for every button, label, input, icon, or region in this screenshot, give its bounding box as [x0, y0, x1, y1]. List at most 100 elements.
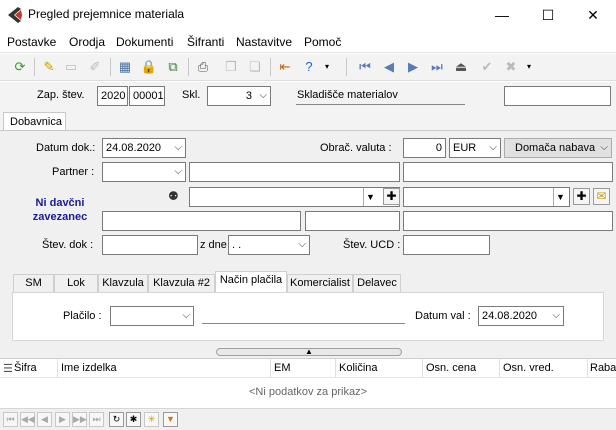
tab-delavec[interactable]: Delavec	[353, 274, 401, 292]
document-header: Zap. štev. 2020 00001 Skl. 3 ⌵ Skladišče …	[0, 82, 616, 110]
z-dne-label: z dne	[200, 239, 227, 251]
empty-message: <Ni podatkov za prikaz>	[248, 386, 367, 398]
warehouse-select[interactable]: 3 ⌵	[207, 86, 271, 106]
menu-dokumenti[interactable]: Dokumenti	[116, 35, 173, 49]
chevron-down-icon[interactable]: ▾	[318, 58, 336, 76]
partner-select[interactable]: ⌵	[102, 162, 186, 182]
partner-extra-field[interactable]	[403, 162, 613, 182]
exit-icon[interactable]: ⇤	[276, 58, 294, 76]
col-em[interactable]: EM	[274, 362, 291, 374]
menu-sifranti[interactable]: Šifranti	[187, 35, 224, 49]
toolbar: ⟳ ✎ ▭ ✐ ▦ 🔒 ⧉ ⎙ ❐ ❏ ⇤ ? ▾ ⏮ ◀ ▶ ⏭ ⏏ ✔ ✖ …	[0, 54, 616, 81]
add-contact-button[interactable]: ✚	[573, 188, 590, 205]
chevron-down-icon: ⌵	[174, 142, 182, 153]
menu-bar: Postavke Orodja Dokumenti Šifranti Nasta…	[0, 31, 616, 53]
col-sifra[interactable]: Šifra	[14, 362, 37, 374]
first-icon[interactable]: ⏮	[3, 412, 18, 427]
next-icon[interactable]: ▶	[404, 58, 422, 76]
stev-dok-field[interactable]	[102, 235, 198, 255]
col-ime-izdelka[interactable]: Ime izdelka	[61, 362, 117, 374]
paste-icon[interactable]: ❏	[246, 58, 264, 76]
refresh-icon[interactable]: ↻	[109, 412, 124, 427]
chevron-down-icon: ⌵	[174, 166, 182, 177]
clear-icon[interactable]: ✳	[144, 412, 159, 427]
chevron-down-icon: ⌵	[259, 90, 267, 101]
next-page-icon[interactable]: ▶▶	[72, 412, 87, 427]
confirm-icon[interactable]: ✔	[478, 58, 496, 76]
last-icon[interactable]: ⏭	[89, 412, 104, 427]
address-line-field[interactable]	[102, 211, 301, 231]
zap-label: Zap. štev.	[37, 89, 85, 101]
help-icon[interactable]: ?	[300, 58, 318, 76]
tab-nacin-placila[interactable]: Način plačila	[215, 271, 287, 292]
lock-icon[interactable]: 🔒	[140, 58, 158, 76]
col-osn-cena[interactable]: Osn. cena	[426, 362, 476, 374]
year-field[interactable]: 2020	[97, 86, 128, 106]
city-field[interactable]	[403, 211, 613, 231]
mail-icon[interactable]: ✉	[593, 188, 610, 205]
datum-val-picker[interactable]: 24.08.2020 ⌵	[478, 306, 564, 326]
person-icon[interactable]: ⚉	[168, 189, 179, 203]
print-icon[interactable]: ⎙	[194, 58, 212, 76]
refresh-icon[interactable]: ⟳	[11, 58, 29, 76]
menu-postavke[interactable]: Postavke	[7, 35, 56, 49]
tab-dobavnica[interactable]: Dobavnica	[3, 112, 66, 131]
extra-field[interactable]	[504, 86, 611, 106]
first-icon[interactable]: ⏮	[356, 58, 374, 76]
col-osn-vred[interactable]: Osn. vred.	[503, 362, 554, 374]
skl-label: Skl.	[182, 89, 201, 101]
tab-klavzula-2[interactable]: Klavzula #2	[148, 274, 215, 292]
tab-klavzula[interactable]: Klavzula	[98, 274, 148, 292]
address-select[interactable]: ▼	[189, 187, 400, 207]
chevron-down-icon: ⌵	[298, 239, 306, 250]
currency-select[interactable]: EUR ⌵	[449, 138, 501, 158]
edit-icon[interactable]: ✐	[86, 58, 104, 76]
prev-page-icon[interactable]: ◀◀	[20, 412, 35, 427]
datum-picker[interactable]: 24.08.2020 ⌵	[102, 138, 186, 158]
grid-menu-icon[interactable]: ☰	[3, 362, 13, 375]
postal-field[interactable]	[305, 211, 400, 231]
menu-nastavitve[interactable]: Nastavitve	[236, 35, 292, 49]
chevron-down-icon-2[interactable]: ▾	[520, 58, 538, 76]
close-button[interactable]: ✕	[570, 0, 616, 30]
menu-orodja[interactable]: Orodja	[69, 35, 105, 49]
tab-komercialist[interactable]: Komercialist	[287, 274, 353, 292]
calculator-icon[interactable]: ▦	[116, 58, 134, 76]
copy-doc-icon[interactable]: ❐	[222, 58, 240, 76]
add-address-button[interactable]: ✚	[383, 188, 400, 205]
datum-label: Datum dok.:	[36, 142, 96, 154]
collapse-icon[interactable]: ▲	[216, 348, 402, 356]
col-kolicina[interactable]: Količina	[339, 362, 378, 374]
nabava-select[interactable]: Domača nabava ⌵	[504, 138, 612, 158]
stev-ucd-field[interactable]	[403, 235, 490, 255]
last-icon[interactable]: ⏭	[428, 58, 446, 76]
menu-pomoc[interactable]: Pomoč	[304, 35, 341, 49]
grid-body: <Ni podatkov za prikaz>	[0, 378, 616, 408]
next-icon[interactable]: ▶	[55, 412, 70, 427]
window-title: Pregled prejemnice materiala	[28, 7, 185, 21]
copy-icon[interactable]: ⧉	[164, 58, 182, 76]
partner-name-field[interactable]	[189, 162, 400, 182]
valuta-amount-field[interactable]: 0	[403, 138, 446, 158]
cancel-icon[interactable]: ✖	[502, 58, 520, 76]
minimize-button[interactable]: —	[479, 0, 525, 30]
title-bar: Pregled prejemnice materiala — ☐ ✕	[0, 0, 616, 30]
new-icon[interactable]: ✎	[40, 58, 58, 76]
prev-icon[interactable]: ◀	[37, 412, 52, 427]
tab-lok[interactable]: Lok	[54, 274, 98, 292]
chevron-down-icon: ⌵	[600, 142, 608, 153]
stev-dok-label: Štev. dok :	[42, 239, 94, 251]
prev-icon[interactable]: ◀	[380, 58, 398, 76]
asterisk-icon[interactable]: ✱	[126, 412, 141, 427]
maximize-button[interactable]: ☐	[525, 0, 571, 30]
contact-select[interactable]: ▼	[403, 187, 570, 207]
col-raba[interactable]: Raba	[590, 362, 616, 374]
open-folder-icon[interactable]: ▭	[62, 58, 80, 76]
obrac-label: Obrač. valuta :	[320, 142, 392, 154]
tab-sm[interactable]: SM	[13, 274, 54, 292]
eject-icon[interactable]: ⏏	[452, 58, 470, 76]
number-field[interactable]: 00001	[129, 86, 165, 106]
z-dne-picker[interactable]: . . ⌵	[228, 235, 310, 255]
filter-icon[interactable]: ▼	[163, 412, 178, 427]
placilo-select[interactable]: ⌵	[110, 306, 194, 326]
